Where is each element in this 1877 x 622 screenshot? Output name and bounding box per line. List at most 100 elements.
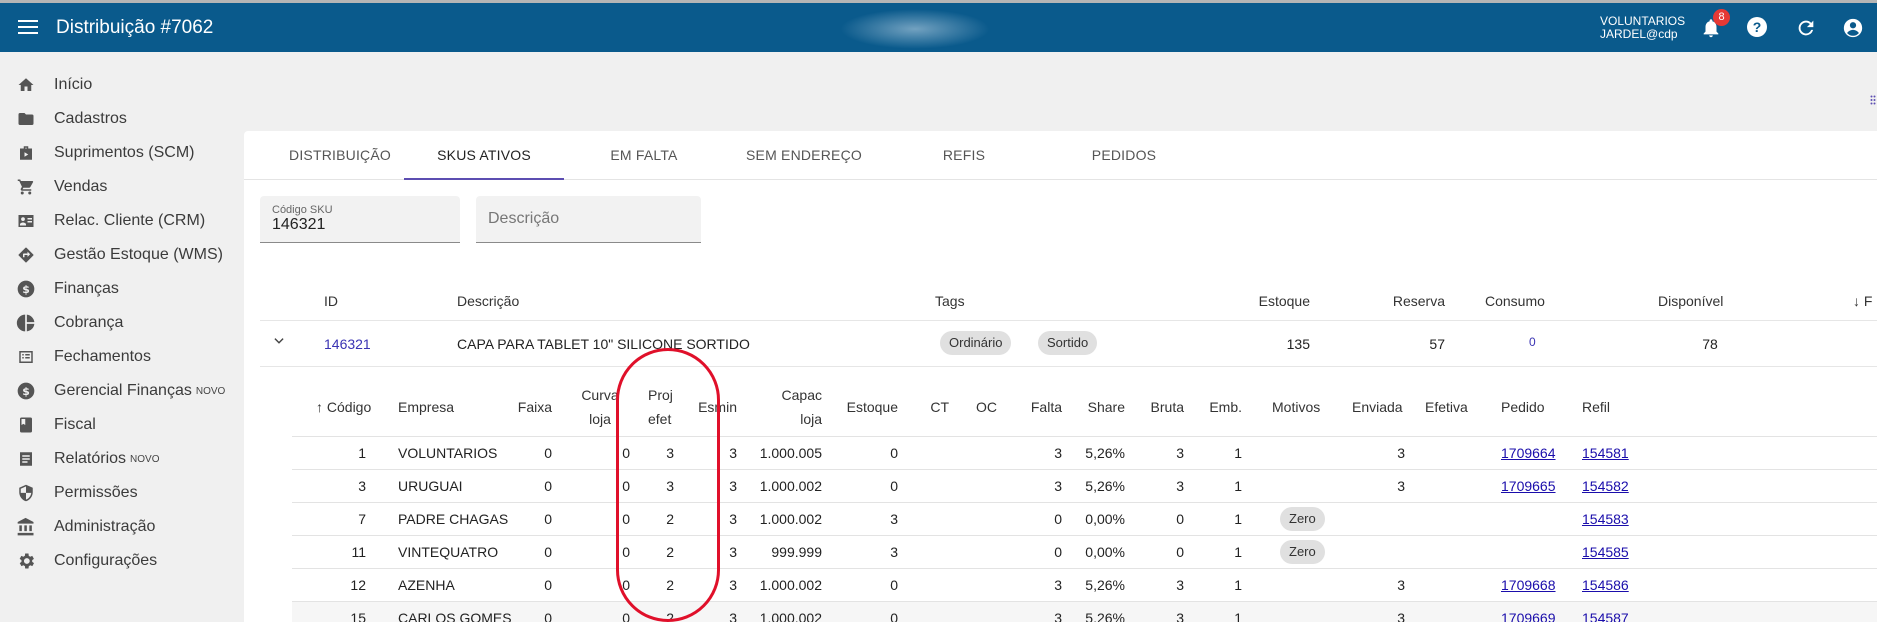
sku-consumo-link[interactable]: 0: [1529, 335, 1536, 349]
sku-input[interactable]: [272, 216, 442, 234]
motivo-chip: Zero: [1280, 507, 1325, 531]
col-refil[interactable]: Refil: [1582, 395, 1610, 419]
pedido-link[interactable]: 1709668: [1501, 577, 1556, 593]
table-row[interactable]: 7 PADRE CHAGAS 0 0 2 3 1.000.002 3 0 0,00% 0 1 Zero 1…: [292, 503, 1877, 536]
col-oc[interactable]: OC: [952, 395, 997, 419]
col-capac-line2: loja: [800, 411, 822, 427]
col-enviada[interactable]: Enviada: [1352, 395, 1403, 419]
col-descricao[interactable]: Descrição: [457, 293, 519, 309]
col-proj-line1: Proj: [648, 387, 673, 403]
new-badge: NOVO: [195, 385, 226, 397]
pedido-link[interactable]: 1709665: [1501, 478, 1556, 494]
table-row[interactable]: 11 VINTEQUATRO 0 0 2 3 999.999 3 0 0,00% 0 1 Zero 154…: [292, 536, 1877, 569]
col-ct[interactable]: CT: [904, 395, 949, 419]
tab-em-falta[interactable]: EM FALTA: [564, 131, 724, 180]
col-estoque[interactable]: Estoque: [838, 395, 898, 419]
table-row[interactable]: 146321 CAPA PARA TABLET 10" SILICONE SOR…: [260, 321, 1877, 367]
col-proj[interactable]: Proj efet: [648, 383, 674, 431]
sidebar-item-inicio[interactable]: Início: [0, 68, 242, 102]
col-estoque[interactable]: Estoque: [1240, 293, 1310, 309]
col-motivos[interactable]: Motivos: [1272, 395, 1320, 419]
col-faixa[interactable]: Faixa: [502, 395, 552, 419]
sidebar-item-administracao[interactable]: Administração: [0, 510, 242, 544]
col-tags[interactable]: Tags: [935, 293, 965, 309]
tab-sem-endereco[interactable]: SEM ENDEREÇO: [724, 131, 884, 180]
cell-estoque: 3: [890, 511, 898, 527]
refil-link[interactable]: 154587: [1582, 610, 1629, 622]
col-curva[interactable]: Curva loja: [570, 383, 630, 431]
col-reserva[interactable]: Reserva: [1380, 293, 1445, 309]
table-row[interactable]: 1 VOLUNTARIOS 0 0 3 3 1.000.005 0 3 5,26% 3 1 3 17096…: [292, 437, 1877, 470]
cell-share: 5,26%: [1085, 577, 1125, 593]
tab-distribuicao[interactable]: DISTRIBUIÇÃO: [260, 131, 420, 180]
cell-esmin: 3: [729, 544, 737, 560]
sidebar-item-permissoes[interactable]: Permissões: [0, 476, 242, 510]
sidebar-item-gerencial-financas[interactable]: $ Gerencial Finanças NOVO: [0, 374, 242, 408]
col-codigo[interactable]: ↑ Código: [316, 395, 371, 419]
sidebar-item-suprimentos[interactable]: Suprimentos (SCM): [0, 136, 242, 170]
cell-curva: 0: [622, 610, 630, 622]
chevron-down-icon[interactable]: [272, 334, 286, 351]
pedido-link[interactable]: 1709669: [1501, 610, 1556, 622]
sidebar-item-financas[interactable]: $ Finanças: [0, 272, 242, 306]
sidebar-item-cadastros[interactable]: Cadastros: [0, 102, 242, 136]
refil-link[interactable]: 154581: [1582, 445, 1629, 461]
sku-field[interactable]: Código SKU: [260, 196, 460, 243]
sidebar-item-fiscal[interactable]: Fiscal: [0, 408, 242, 442]
col-bruta[interactable]: Bruta: [1134, 395, 1184, 419]
menu-icon[interactable]: [16, 16, 40, 36]
sidebar-item-configuracoes[interactable]: Configurações: [0, 544, 242, 578]
table-row[interactable]: 12 AZENHA 0 0 2 3 1.000.002 0 3 5,26% 3 1 3 1709668 15…: [292, 569, 1877, 602]
sku-id-link[interactable]: 146321: [324, 336, 371, 352]
col-emb[interactable]: Emb.: [1192, 395, 1242, 419]
col-esmin[interactable]: Esmin: [687, 395, 737, 419]
refresh-icon[interactable]: [1795, 17, 1817, 39]
sort-desc-icon[interactable]: ↓ F: [1853, 293, 1872, 309]
help-icon[interactable]: ?: [1747, 17, 1769, 39]
col-id[interactable]: ID: [324, 293, 338, 309]
tab-skus-ativos[interactable]: SKUS ATIVOS: [404, 131, 564, 180]
cell-refil: 154582: [1582, 478, 1629, 494]
cell-capac: 999.999: [771, 544, 822, 560]
refil-link[interactable]: 154583: [1582, 511, 1629, 527]
col-falta[interactable]: Falta: [1012, 395, 1062, 419]
refil-link[interactable]: 154585: [1582, 544, 1629, 560]
tab-pedidos[interactable]: PEDIDOS: [1044, 131, 1204, 180]
cell-faixa: 0: [544, 511, 552, 527]
pedido-link[interactable]: 1709664: [1501, 445, 1556, 461]
cell-esmin: 3: [729, 445, 737, 461]
cell-enviada: 3: [1397, 478, 1405, 494]
cell-enviada: 3: [1397, 577, 1405, 593]
table-row[interactable]: 3 URUGUAI 0 0 3 3 1.000.002 0 3 5,26% 3 1 3 1709665 15…: [292, 470, 1877, 503]
refil-link[interactable]: 154586: [1582, 577, 1629, 593]
sidebar-item-relatorios[interactable]: Relatórios NOVO: [0, 442, 242, 476]
account-icon[interactable]: [1842, 17, 1864, 39]
sidebar-item-label: Finanças: [54, 280, 119, 297]
cell-estoque: 0: [890, 445, 898, 461]
col-consumo[interactable]: Consumo: [1485, 293, 1545, 309]
col-empresa[interactable]: Empresa: [398, 395, 454, 419]
sidebar-item-label: Relac. Cliente (CRM): [54, 212, 206, 229]
col-efetiva[interactable]: Efetiva: [1425, 395, 1468, 419]
sidebar-item-crm[interactable]: Relac. Cliente (CRM): [0, 204, 242, 238]
tab-refis[interactable]: REFIS: [884, 131, 1044, 180]
descricao-field[interactable]: [476, 196, 701, 243]
col-capac[interactable]: Capac loja: [772, 383, 822, 431]
cell-enviada: 3: [1397, 610, 1405, 622]
col-disponivel[interactable]: Disponível: [1658, 293, 1723, 309]
cell-falta: 3: [1054, 610, 1062, 622]
sidebar-item-fechamentos[interactable]: Fechamentos: [0, 340, 242, 374]
descricao-input[interactable]: [488, 210, 658, 228]
sidebar-item-vendas[interactable]: Vendas: [0, 170, 242, 204]
sidebar-item-cobranca[interactable]: Cobrança: [0, 306, 242, 340]
grid-dots-icon[interactable]: [1870, 92, 1876, 105]
user-info[interactable]: VOLUNTARIOS JARDEL@cdp: [1600, 15, 1685, 41]
cell-share: 5,26%: [1085, 478, 1125, 494]
sidebar-item-wms[interactable]: Gestão Estoque (WMS): [0, 238, 242, 272]
table-row[interactable]: 15 CARLOS GOMES 0 0 2 3 1.000.002 0 3 5,26% 3 1 3 170…: [292, 602, 1877, 622]
col-pedido[interactable]: Pedido: [1501, 395, 1545, 419]
refil-link[interactable]: 154582: [1582, 478, 1629, 494]
col-share[interactable]: Share: [1065, 395, 1125, 419]
home-icon: [15, 75, 37, 95]
blurred-logo: [840, 9, 990, 49]
